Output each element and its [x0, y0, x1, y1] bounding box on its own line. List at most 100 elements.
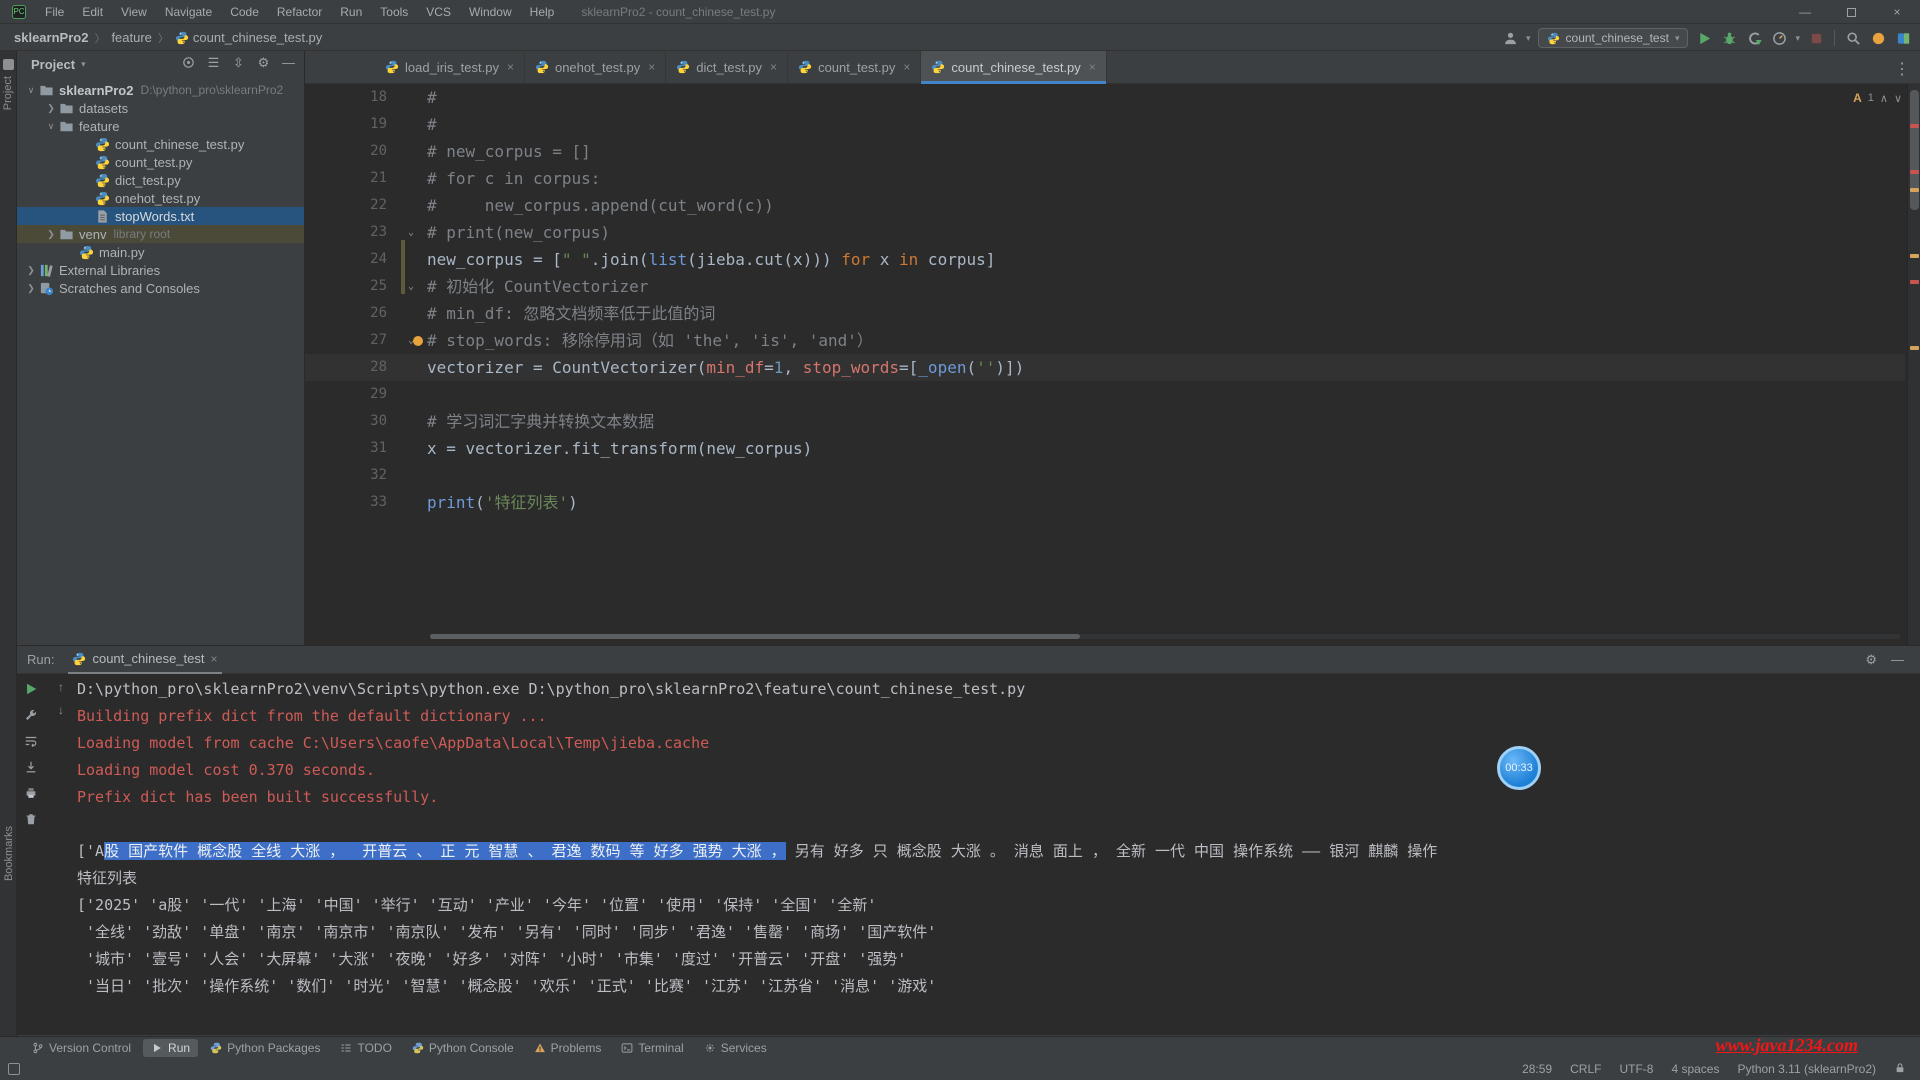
- settings-sync-icon[interactable]: [1869, 29, 1887, 47]
- close-icon[interactable]: ×: [903, 60, 910, 74]
- breadcrumb-item-1[interactable]: feature: [111, 30, 151, 45]
- soft-wrap-button[interactable]: [23, 732, 40, 749]
- toolwindow-version-control[interactable]: Version Control: [24, 1039, 139, 1057]
- locate-file-icon[interactable]: [181, 55, 196, 70]
- tree-item-dict-test-py[interactable]: dict_test.py: [17, 171, 304, 189]
- menu-file[interactable]: File: [36, 5, 73, 19]
- gear-icon[interactable]: ⚙: [1865, 652, 1877, 668]
- line-number[interactable]: 25: [305, 273, 395, 300]
- user-profile-icon[interactable]: [1501, 29, 1519, 47]
- close-button[interactable]: ×: [1874, 0, 1920, 24]
- collapse-all-icon[interactable]: ⇳: [231, 55, 246, 70]
- vertical-scrollbar[interactable]: [1907, 84, 1920, 645]
- tree-chevron-icon[interactable]: ❯: [25, 283, 37, 294]
- project-tool-icon[interactable]: [3, 59, 14, 70]
- status-segment-1[interactable]: CRLF: [1570, 1062, 1601, 1076]
- project-strip-label[interactable]: Project: [2, 76, 14, 110]
- tabs-more-icon[interactable]: ⋮: [1894, 59, 1910, 79]
- close-icon[interactable]: ×: [770, 60, 777, 74]
- debug-button[interactable]: [1720, 29, 1738, 47]
- status-segment-3[interactable]: 4 spaces: [1671, 1062, 1719, 1076]
- edit-configuration-button[interactable]: [23, 706, 40, 723]
- arrow-up-icon[interactable]: ↑: [58, 680, 64, 694]
- project-panel-title[interactable]: Project: [31, 57, 75, 72]
- line-number[interactable]: 22: [305, 192, 395, 219]
- bookmarks-strip-label[interactable]: Bookmarks: [3, 826, 15, 881]
- editor-tab-count_chinese_test-py[interactable]: count_chinese_test.py×: [921, 51, 1106, 83]
- run-button[interactable]: [1695, 29, 1713, 47]
- menu-refactor[interactable]: Refactor: [268, 5, 331, 19]
- editor-tab-count_test-py[interactable]: count_test.py×: [788, 51, 921, 83]
- editor-tab-load_iris_test-py[interactable]: load_iris_test.py×: [375, 51, 525, 83]
- editor-tab-dict_test-py[interactable]: dict_test.py×: [666, 51, 788, 83]
- next-problem-icon[interactable]: ∨: [1894, 92, 1902, 105]
- toolwindow-services[interactable]: Services: [696, 1039, 775, 1057]
- line-number[interactable]: 28: [305, 354, 395, 381]
- gear-icon[interactable]: ⚙: [256, 55, 271, 70]
- tree-item-stopwords-txt[interactable]: stopWords.txt: [17, 207, 304, 225]
- search-everywhere-button[interactable]: [1844, 29, 1862, 47]
- line-number[interactable]: 27: [305, 327, 395, 354]
- tree-item-external-libraries[interactable]: ❯External Libraries: [17, 261, 304, 279]
- line-number[interactable]: 23: [305, 219, 395, 246]
- clear-all-button[interactable]: [23, 810, 40, 827]
- code-editor[interactable]: 18#19#20# new_corpus = []21# for c in co…: [305, 84, 1905, 629]
- line-number[interactable]: 18: [305, 84, 395, 111]
- intention-bulb-icon[interactable]: [413, 336, 423, 346]
- tree-item-count-test-py[interactable]: count_test.py: [17, 153, 304, 171]
- arrow-down-icon[interactable]: ↓: [58, 703, 64, 717]
- menu-navigate[interactable]: Navigate: [156, 5, 221, 19]
- fold-arrow-icon[interactable]: ⌄: [395, 327, 427, 354]
- breadcrumb-item-0[interactable]: sklearnPro2: [14, 30, 88, 45]
- recording-timer-badge[interactable]: 00:33: [1497, 746, 1541, 790]
- expand-all-icon[interactable]: ☰: [206, 55, 221, 70]
- close-icon[interactable]: ×: [648, 60, 655, 74]
- menu-tools[interactable]: Tools: [371, 5, 417, 19]
- hide-panel-icon[interactable]: —: [281, 55, 296, 70]
- line-number[interactable]: 20: [305, 138, 395, 165]
- line-number[interactable]: 30: [305, 408, 395, 435]
- line-number[interactable]: 19: [305, 111, 395, 138]
- toolwindow-terminal[interactable]: Terminal: [613, 1039, 691, 1057]
- print-button[interactable]: [23, 784, 40, 801]
- tree-chevron-icon[interactable]: ❯: [45, 229, 57, 240]
- tree-chevron-icon[interactable]: ∨: [25, 85, 37, 96]
- profiler-button[interactable]: [1770, 29, 1788, 47]
- coverage-button[interactable]: [1745, 29, 1763, 47]
- minimize-button[interactable]: —: [1782, 0, 1828, 24]
- tree-item-scratches-and-consoles[interactable]: ❯Scratches and Consoles: [17, 279, 304, 297]
- run-configuration-select[interactable]: count_chinese_test▾: [1538, 28, 1689, 48]
- tree-chevron-icon[interactable]: ❯: [45, 103, 57, 114]
- status-left-icon[interactable]: [8, 1063, 20, 1075]
- line-number[interactable]: 24: [305, 246, 395, 273]
- maximize-button[interactable]: [1828, 0, 1874, 24]
- layout-toggle-icon[interactable]: [1894, 29, 1912, 47]
- inspections-widget[interactable]: A 1 ∧ ∨: [1853, 91, 1902, 105]
- tree-chevron-icon[interactable]: ∨: [45, 121, 57, 132]
- toolwindow-run[interactable]: Run: [143, 1039, 198, 1057]
- tree-item-onehot-test-py[interactable]: onehot_test.py: [17, 189, 304, 207]
- scroll-to-end-button[interactable]: [23, 758, 40, 775]
- horizontal-scrollbar[interactable]: [430, 634, 1900, 639]
- menu-code[interactable]: Code: [221, 5, 268, 19]
- toolwindow-python-packages[interactable]: Python Packages: [202, 1039, 328, 1057]
- close-icon[interactable]: ×: [211, 652, 218, 666]
- menu-run[interactable]: Run: [331, 5, 371, 19]
- tree-chevron-icon[interactable]: ❯: [25, 265, 37, 276]
- line-number[interactable]: 29: [305, 381, 395, 408]
- tree-item-datasets[interactable]: ❯datasets: [17, 99, 304, 117]
- line-number[interactable]: 26: [305, 300, 395, 327]
- menu-help[interactable]: Help: [521, 5, 564, 19]
- menu-view[interactable]: View: [112, 5, 156, 19]
- line-number[interactable]: 21: [305, 165, 395, 192]
- fold-arrow-icon[interactable]: ⌄: [395, 219, 427, 246]
- menu-edit[interactable]: Edit: [73, 5, 112, 19]
- status-segment-4[interactable]: Python 3.11 (sklearnPro2): [1737, 1062, 1876, 1076]
- toolwindow-todo[interactable]: TODO: [332, 1039, 399, 1057]
- tree-item-feature[interactable]: ∨feature: [17, 117, 304, 135]
- fold-arrow-icon[interactable]: ⌄: [395, 273, 427, 300]
- close-icon[interactable]: ×: [507, 60, 514, 74]
- tree-item-sklearnpro2[interactable]: ∨sklearnPro2D:\python_pro\sklearnPro2: [17, 81, 304, 99]
- close-icon[interactable]: ×: [1089, 60, 1096, 74]
- lock-icon[interactable]: [1894, 1062, 1906, 1077]
